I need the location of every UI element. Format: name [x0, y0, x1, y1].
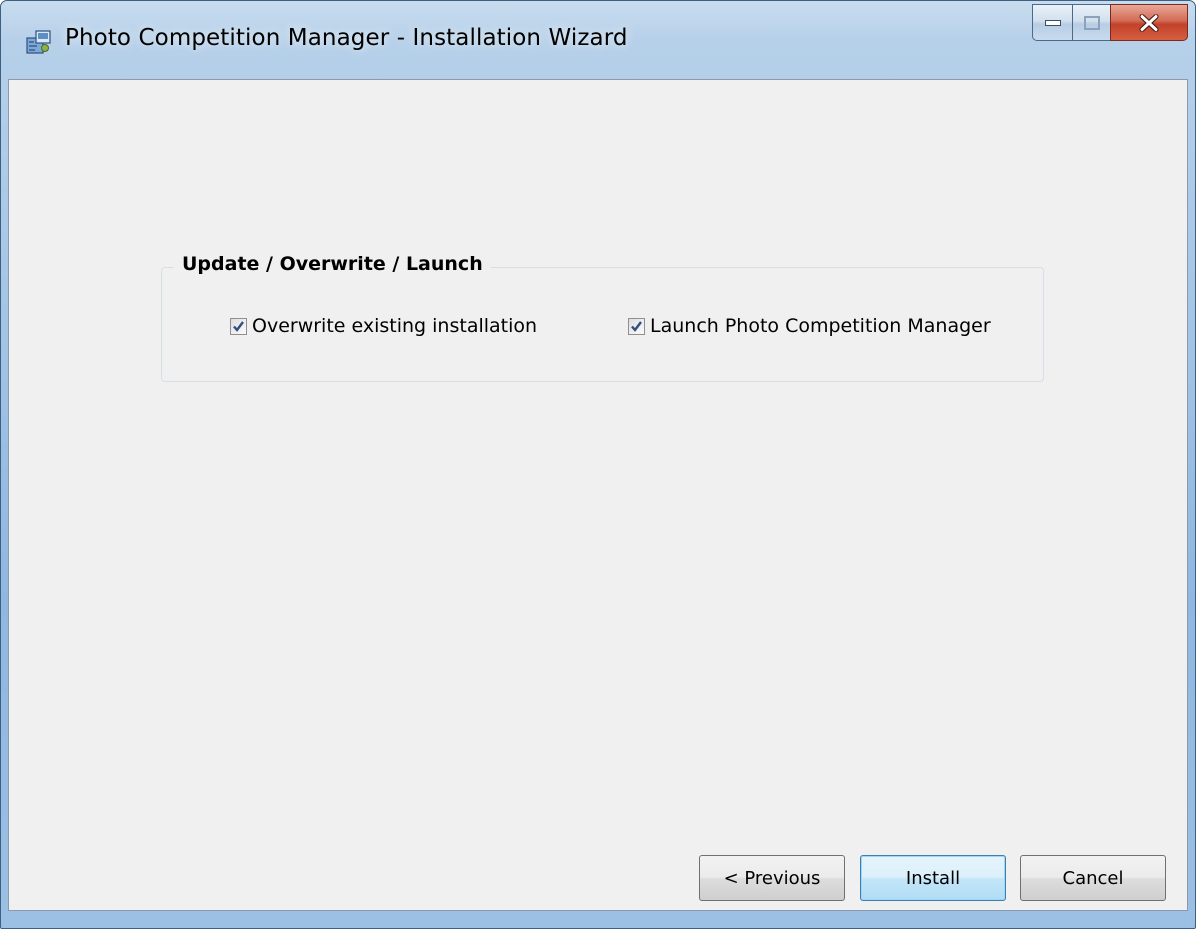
minimize-button[interactable]: [1032, 4, 1072, 41]
check-mark-icon: [233, 320, 244, 332]
launch-app-label: Launch Photo Competition Manager: [650, 315, 991, 337]
check-mark-icon: [631, 320, 642, 332]
install-button[interactable]: Install: [860, 855, 1006, 901]
close-button[interactable]: [1110, 4, 1188, 41]
update-options-group: Update / Overwrite / Launch Overwrite ex…: [161, 253, 1044, 382]
installer-package-icon: [25, 29, 53, 55]
maximize-button[interactable]: [1072, 4, 1110, 41]
checkbox-box[interactable]: [628, 317, 645, 335]
group-legend: Update / Overwrite / Launch: [174, 253, 491, 275]
title-bar[interactable]: Photo Competition Manager - Installation…: [1, 1, 1195, 79]
cancel-button[interactable]: Cancel: [1020, 855, 1166, 901]
overwrite-existing-checkbox[interactable]: Overwrite existing installation: [230, 315, 537, 337]
checkbox-box[interactable]: [230, 317, 247, 335]
installer-window: Photo Competition Manager - Installation…: [0, 0, 1196, 929]
overwrite-existing-label: Overwrite existing installation: [252, 315, 538, 337]
previous-button[interactable]: < Previous: [699, 855, 845, 901]
window-title: Photo Competition Manager - Installation…: [65, 25, 628, 51]
caption-buttons: [1032, 4, 1188, 41]
launch-app-checkbox[interactable]: Launch Photo Competition Manager: [628, 315, 991, 337]
wizard-content: Update / Overwrite / Launch Overwrite ex…: [8, 79, 1188, 911]
